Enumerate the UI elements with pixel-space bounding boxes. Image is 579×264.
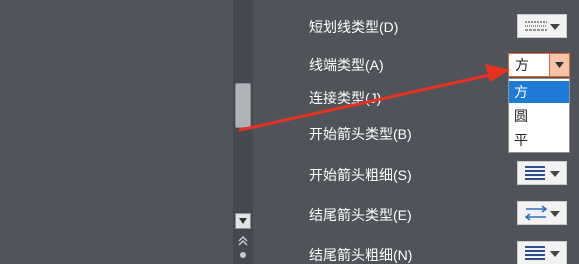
cap-type-value: 方	[515, 57, 529, 73]
dash-type-label: 短划线类型(D)	[309, 19, 399, 35]
left-pane	[0, 0, 233, 264]
dash-type-button[interactable]	[517, 14, 567, 38]
option-square[interactable]: 方	[509, 81, 569, 103]
end-arrow-type-label: 结尾箭头类型(E)	[309, 207, 412, 223]
select-browse-object-button[interactable]	[237, 250, 249, 260]
chevron-down-icon	[550, 24, 560, 30]
cap-type-dropdown: 方 圆 平	[508, 78, 570, 153]
chevron-down-icon	[550, 171, 560, 177]
arrow-type-icon	[525, 205, 547, 221]
end-arrow-type-button[interactable]	[517, 201, 567, 225]
end-arrow-size-label: 结尾箭头粗细(N)	[309, 247, 413, 263]
line-weight-icon	[525, 166, 545, 180]
cap-type-select[interactable]: 方	[508, 53, 570, 77]
previous-page-button[interactable]	[237, 236, 249, 246]
begin-arrow-size-button[interactable]	[517, 161, 567, 185]
begin-arrow-size-label: 开始箭头粗细(S)	[309, 167, 412, 183]
line-weight-icon	[525, 246, 545, 260]
circle-icon	[240, 252, 246, 258]
chevron-down-icon[interactable]	[549, 54, 569, 76]
option-flat[interactable]: 平	[509, 129, 569, 151]
option-round[interactable]: 圆	[509, 105, 569, 127]
end-arrow-size-button[interactable]	[517, 241, 567, 264]
scrollbar-thumb[interactable]	[235, 83, 251, 128]
begin-arrow-type-label: 开始箭头类型(B)	[309, 126, 412, 142]
triangle-down-icon	[239, 218, 247, 224]
join-type-label: 连接类型(J)	[309, 90, 382, 106]
double-chevron-up-icon	[238, 236, 248, 246]
scroll-down-button[interactable]	[235, 213, 251, 229]
chevron-down-icon	[550, 211, 560, 217]
cap-type-label: 线端类型(A)	[309, 57, 384, 73]
chevron-down-icon	[550, 251, 560, 257]
dash-style-icon	[525, 21, 547, 31]
